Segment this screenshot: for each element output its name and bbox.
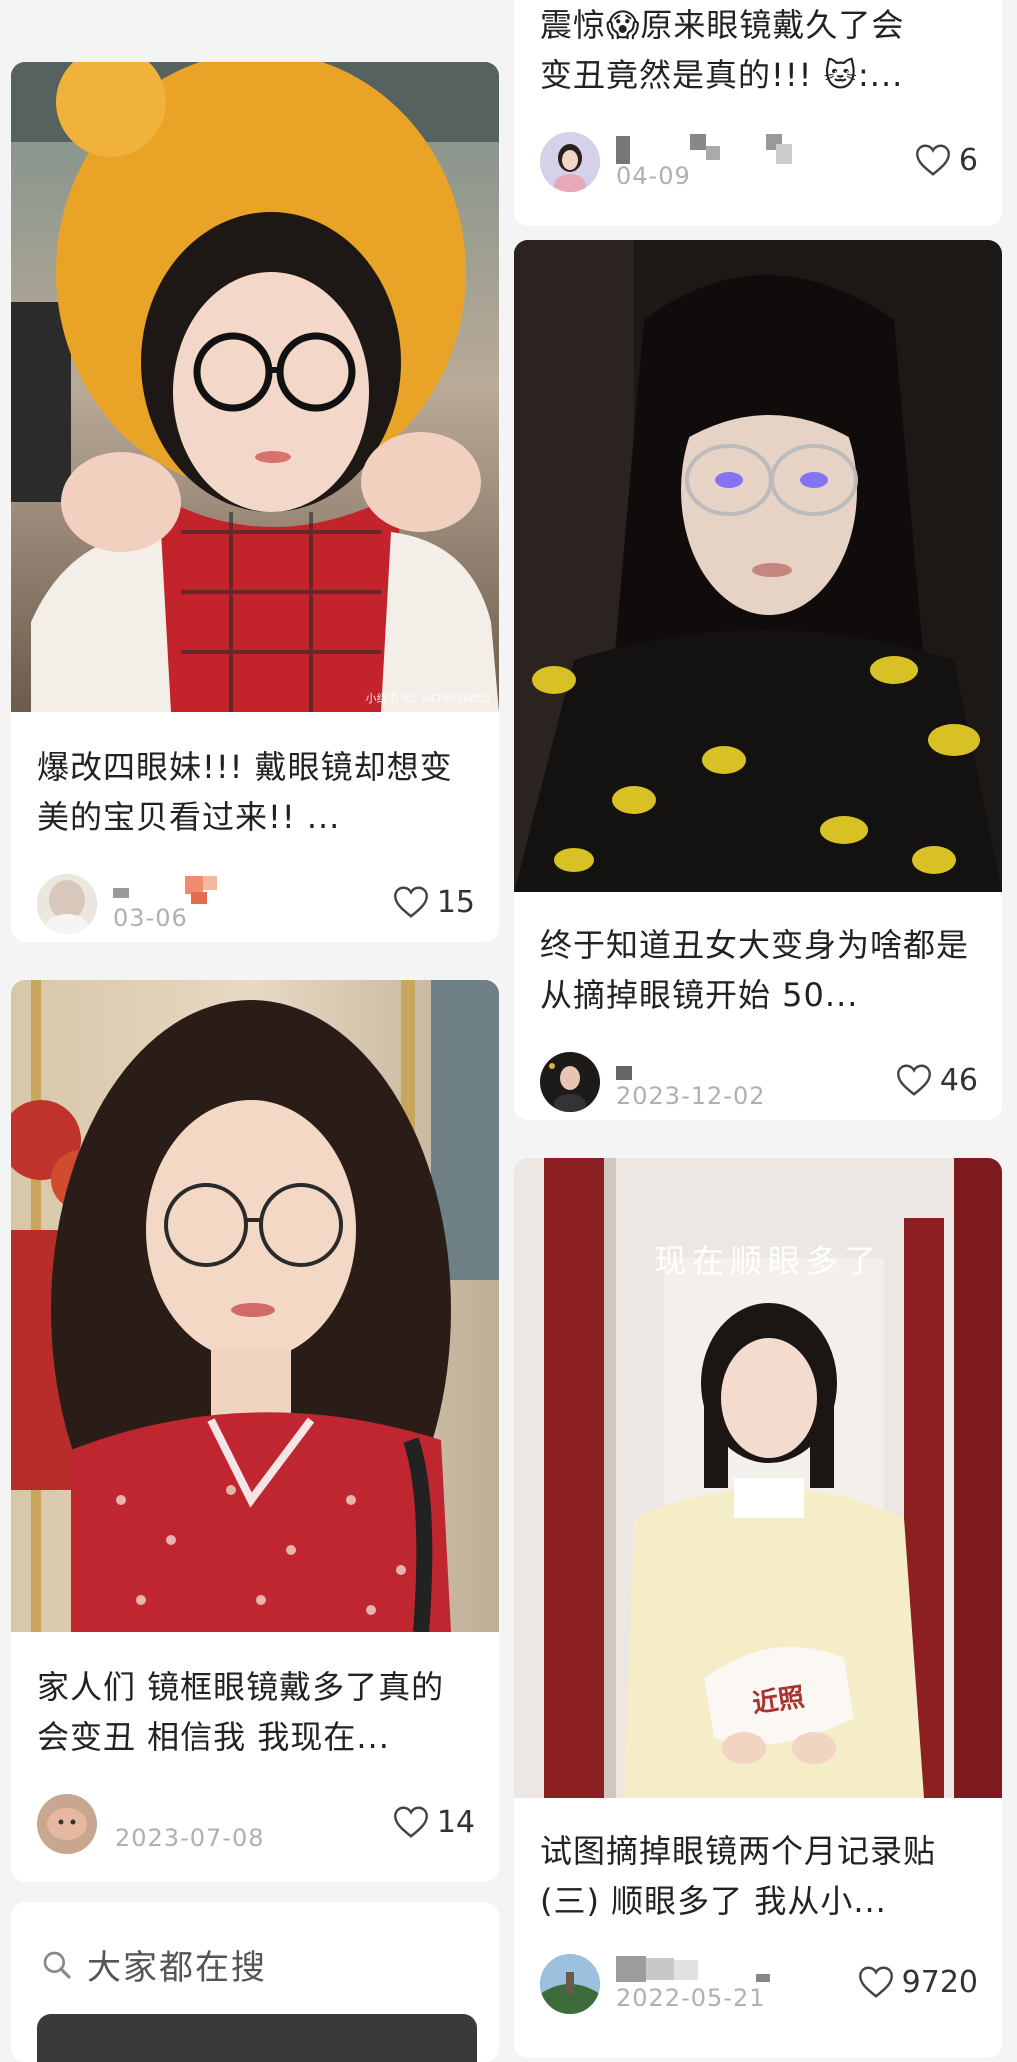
like-button[interactable]: 46: [896, 1060, 978, 1100]
note-card[interactable]: 现在顺眼多了 近照 试图摘掉眼镜两个月记录贴 (三) 顺眼多了 我从小... 2…: [514, 1158, 1002, 2058]
author-avatar[interactable]: [540, 1954, 600, 2014]
like-button[interactable]: 14: [393, 1802, 475, 1842]
author-avatar[interactable]: [37, 1794, 97, 1854]
like-count: 15: [436, 884, 475, 920]
post-date: 04-09: [616, 162, 691, 190]
post-date: 2023-07-08: [115, 1824, 265, 1852]
post-date: 03-06: [113, 904, 188, 932]
note-card[interactable]: 震惊😱原来眼镜戴久了会 变丑竟然是真的!!! 🐱:... 04-09 6: [514, 0, 1002, 226]
trending-search-label: 大家都在搜: [87, 1948, 267, 1988]
author-avatar[interactable]: [37, 874, 97, 934]
like-button[interactable]: 9720: [858, 1962, 978, 2002]
heart-icon: [858, 1966, 893, 1998]
trending-search-card[interactable]: 大家都在搜: [11, 1902, 499, 2062]
note-meta: 2022-05-21 9720: [540, 1954, 978, 2018]
note-meta: 04-09 6: [540, 132, 978, 196]
like-count: 46: [939, 1062, 978, 1098]
note-card[interactable]: 家人们 镜框眼镜戴多了真的会变丑 相信我 我现在... 2023-07-08 1…: [11, 980, 499, 1882]
note-title[interactable]: 爆改四眼妹!!! 戴眼镜却想变美的宝贝看过来!! ...: [37, 742, 473, 842]
like-count: 9720: [901, 1964, 978, 2000]
trending-search-header[interactable]: 大家都在搜: [41, 1940, 267, 1989]
like-count: 6: [958, 142, 978, 178]
note-cover-image[interactable]: 小红书 ID: 5416936855: [11, 62, 499, 712]
author-avatar[interactable]: [540, 1052, 600, 1112]
note-cover-image[interactable]: 现在顺眼多了 近照: [514, 1158, 1002, 1798]
feed-column-right: 震惊😱原来眼镜戴久了会 变丑竟然是真的!!! 🐱:... 04-09 6 终于知…: [514, 0, 1004, 2058]
note-cover-image[interactable]: [11, 980, 499, 1632]
note-meta: 03-06 15: [37, 874, 475, 938]
like-button[interactable]: 6: [915, 140, 978, 180]
heart-icon: [393, 886, 428, 918]
author-avatar[interactable]: [540, 132, 600, 192]
search-icon: [43, 1951, 71, 1979]
note-title[interactable]: 试图摘掉眼镜两个月记录贴 (三) 顺眼多了 我从小...: [540, 1826, 976, 1926]
trending-search-thumbnail[interactable]: [37, 2014, 477, 2062]
image-sign-text: 近照: [750, 1682, 807, 1720]
note-card[interactable]: 小红书 ID: 5416936855 爆改四眼妹!!! 戴眼镜却想变美的宝贝看过…: [11, 62, 499, 942]
image-caption-overlay: 现在顺眼多了: [654, 1242, 883, 1280]
note-title-line: 震惊😱原来眼镜戴久了会: [540, 6, 905, 44]
note-card[interactable]: 终于知道丑女大变身为啥都是从摘掉眼镜开始 50... 2023-12-02 46: [514, 240, 1002, 1120]
image-watermark: 小红书 ID: 5416936855: [365, 692, 491, 705]
note-title[interactable]: 家人们 镜框眼镜戴多了真的会变丑 相信我 我现在...: [37, 1662, 473, 1762]
note-meta: 2023-07-08 14: [37, 1794, 475, 1858]
post-date: 2023-12-02: [616, 1082, 766, 1110]
like-button[interactable]: 15: [393, 882, 475, 922]
note-title[interactable]: 终于知道丑女大变身为啥都是从摘掉眼镜开始 50...: [540, 920, 976, 1020]
like-count: 14: [436, 1804, 475, 1840]
feed-column-left: 小红书 ID: 5416936855 爆改四眼妹!!! 戴眼镜却想变美的宝贝看过…: [11, 0, 501, 2062]
heart-icon: [896, 1064, 931, 1096]
post-date: 2022-05-21: [616, 1984, 766, 2012]
note-title[interactable]: 震惊😱原来眼镜戴久了会 变丑竟然是真的!!! 🐱:...: [540, 0, 976, 100]
heart-icon: [915, 144, 950, 176]
heart-icon: [393, 1806, 428, 1838]
note-meta: 2023-12-02 46: [540, 1052, 978, 1116]
note-title-line: 变丑竟然是真的!!! 🐱:...: [540, 56, 904, 94]
note-cover-image[interactable]: [514, 240, 1002, 892]
